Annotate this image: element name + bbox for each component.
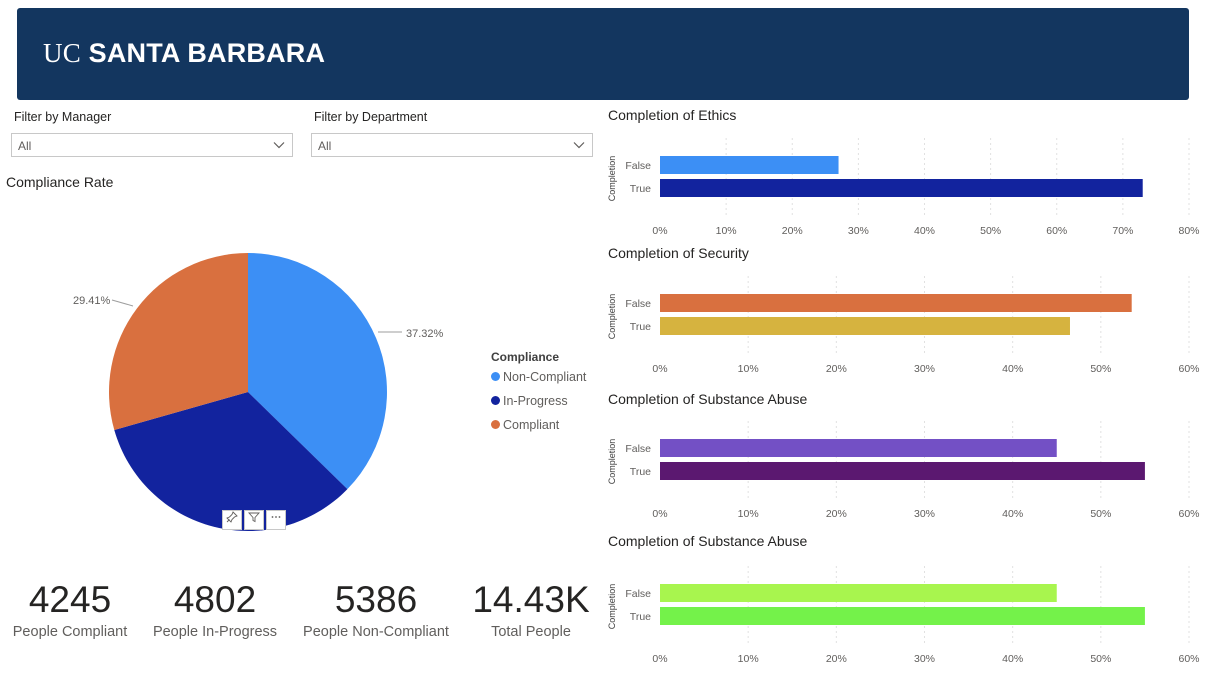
y-category-label: True: [630, 321, 651, 333]
kpi-value: 4802: [173, 579, 257, 620]
bar-false[interactable]: [660, 439, 1057, 457]
legend-title: Compliance: [491, 350, 560, 364]
legend-item-non-compliant[interactable]: Non-Compliant: [491, 370, 586, 384]
pie-label-leader: [111, 299, 134, 307]
x-tick-label: 10%: [738, 363, 759, 375]
chevron-down-icon: [272, 138, 286, 155]
bar-true[interactable]: [660, 179, 1143, 197]
x-tick-label: 30%: [914, 508, 935, 520]
legend-dot-icon: [491, 420, 500, 429]
x-tick-label: 50%: [1090, 363, 1111, 375]
y-axis-title: Completion: [607, 294, 617, 340]
filter-manager-label: Filter by Manager: [14, 110, 112, 124]
y-category-label: False: [625, 160, 651, 172]
filter-department-dropdown[interactable]: All: [311, 133, 593, 157]
x-tick-label: 40%: [1002, 363, 1023, 375]
x-tick-label: 10%: [738, 653, 759, 665]
kpi-label: People Compliant: [12, 624, 128, 640]
x-tick-label: 40%: [1002, 508, 1023, 520]
bar-true[interactable]: [660, 607, 1145, 625]
logo-name-text: SANTA BARBARA: [88, 38, 326, 68]
x-tick-label: 60%: [1178, 508, 1199, 520]
x-tick-label: 0%: [652, 653, 667, 665]
y-category-label: False: [625, 588, 651, 600]
bar-false[interactable]: [660, 294, 1132, 312]
x-tick-label: 40%: [1002, 653, 1023, 665]
substance-bar-chart-2[interactable]: 0% 10% 20% 30% 40% 50% 60% Completion False True: [600, 558, 1208, 676]
bar-true[interactable]: [660, 462, 1145, 480]
filter-department-value: All: [318, 139, 332, 153]
more-options-icon[interactable]: [266, 510, 286, 530]
visual-toolbar: [222, 510, 288, 530]
y-axis-title: Completion: [607, 439, 617, 485]
bar-false[interactable]: [660, 156, 839, 174]
security-bar-chart[interactable]: 0% 10% 20% 30% 40% 50% 60% Completion False True: [600, 268, 1208, 378]
x-tick-label: 20%: [782, 225, 803, 237]
kpi-card-non-compliant: 5386 People Non-Compliant: [298, 578, 454, 640]
kpi-label: People In-Progress: [152, 624, 278, 640]
y-category-label: True: [630, 183, 651, 195]
kpi-card-compliant: 4245 People Compliant: [10, 578, 130, 640]
kpi-card-total: 14.43K Total People: [470, 578, 592, 640]
filter-department-label: Filter by Department: [314, 110, 428, 124]
compliance-chart-title: Compliance Rate: [6, 174, 114, 190]
pie-data-label-compliant: 29.41%: [73, 295, 111, 307]
kpi-value: 5386: [334, 579, 418, 620]
x-tick-label: 80%: [1178, 225, 1199, 237]
kpi-label: Total People: [491, 624, 571, 640]
ethics-bar-chart[interactable]: 0% 10% 20% 30% 40% 50% 60% 70% 80% Completion Fals…: [600, 130, 1208, 240]
y-axis-title: Completion: [607, 156, 617, 202]
legend-dot-icon: [491, 372, 500, 381]
x-tick-label: 60%: [1046, 225, 1067, 237]
x-tick-label: 10%: [738, 508, 759, 520]
header-banner: UC SANTA BARBARA: [17, 8, 1189, 100]
x-tick-label: 50%: [1090, 653, 1111, 665]
kpi-label: People Non-Compliant: [303, 624, 449, 640]
kpi-card-in-progress: 4802 People In-Progress: [150, 578, 280, 640]
substance-chart-title-2: Completion of Substance Abuse: [608, 533, 808, 549]
pin-icon[interactable]: [222, 510, 242, 530]
x-tick-label: 70%: [1112, 225, 1133, 237]
legend-item-compliant[interactable]: Compliant: [491, 418, 559, 432]
bar-true[interactable]: [660, 317, 1070, 335]
ucsb-logo: UC SANTA BARBARA: [43, 38, 325, 69]
x-tick-label: 50%: [980, 225, 1001, 237]
chevron-down-icon: [572, 138, 586, 155]
x-tick-label: 0%: [652, 508, 667, 520]
y-category-label: True: [630, 466, 651, 478]
substance-chart-title: Completion of Substance Abuse: [608, 391, 808, 407]
kpi-value: 14.43K: [472, 579, 590, 620]
substance-bar-chart[interactable]: 0% 10% 20% 30% 40% 50% 60% Completion False True: [600, 413, 1208, 523]
x-tick-label: 40%: [914, 225, 935, 237]
filter-manager-value: All: [18, 139, 32, 153]
x-tick-label: 20%: [826, 363, 847, 375]
x-tick-label: 50%: [1090, 508, 1111, 520]
ethics-chart-title: Completion of Ethics: [608, 107, 737, 123]
kpi-value: 4245: [28, 579, 112, 620]
filter-icon[interactable]: [244, 510, 264, 530]
x-tick-label: 20%: [826, 508, 847, 520]
legend-dot-icon: [491, 396, 500, 405]
x-tick-label: 20%: [826, 653, 847, 665]
y-category-label: False: [625, 443, 651, 455]
bar-false[interactable]: [660, 584, 1057, 602]
y-axis-title: Completion: [607, 584, 617, 630]
legend-item-in-progress[interactable]: In-Progress: [491, 394, 568, 408]
x-tick-label: 10%: [716, 225, 737, 237]
x-tick-label: 60%: [1178, 363, 1199, 375]
x-tick-label: 30%: [914, 653, 935, 665]
x-tick-label: 30%: [914, 363, 935, 375]
y-category-label: True: [630, 611, 651, 623]
y-category-label: False: [625, 298, 651, 310]
security-chart-title: Completion of Security: [608, 245, 749, 261]
x-tick-label: 0%: [652, 225, 667, 237]
x-tick-label: 60%: [1178, 653, 1199, 665]
x-tick-label: 0%: [652, 363, 667, 375]
pie-data-label-non-compliant: 37.32%: [406, 328, 444, 340]
logo-uc-text: UC: [43, 38, 81, 68]
x-tick-label: 30%: [848, 225, 869, 237]
filter-manager-dropdown[interactable]: All: [11, 133, 293, 157]
